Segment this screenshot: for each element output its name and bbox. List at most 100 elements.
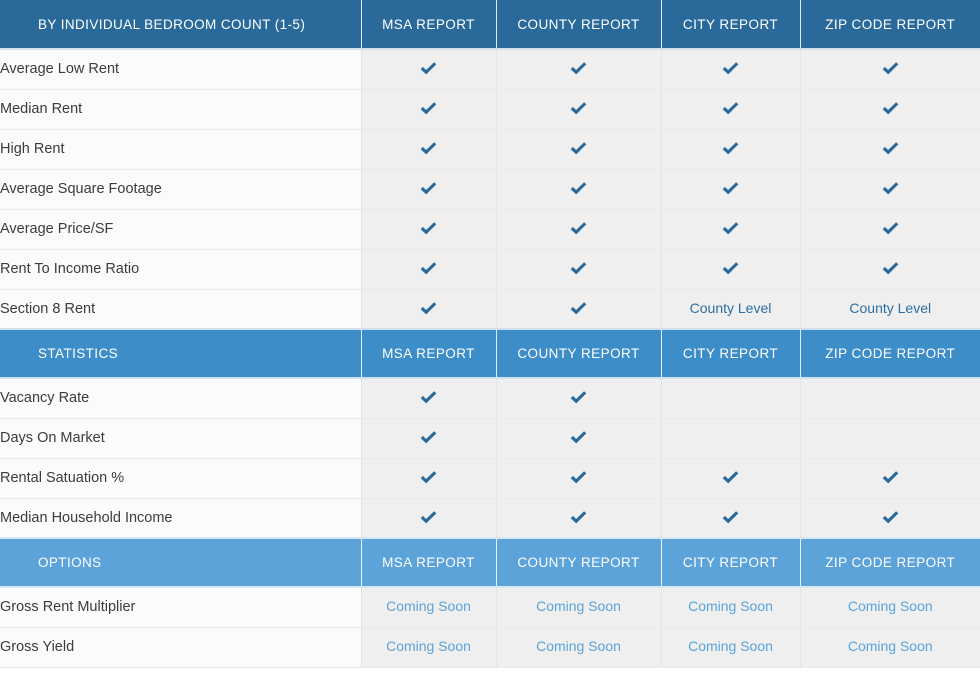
feature-cell (800, 209, 980, 250)
feature-cell: Coming Soon (800, 587, 980, 628)
table-row: Rental Satuation % (0, 458, 980, 499)
feature-cell (800, 378, 980, 419)
feature-label: Average Low Rent (0, 49, 362, 90)
table-row: High Rent (0, 129, 980, 170)
check-icon (570, 261, 587, 277)
feature-cell (800, 249, 980, 290)
check-icon (420, 221, 437, 237)
check-icon (882, 61, 899, 77)
check-icon (420, 61, 437, 77)
column-header-4[interactable]: ZIP CODE REPORT (800, 0, 980, 50)
feature-cell (361, 89, 497, 130)
feature-label: Vacancy Rate (0, 378, 362, 419)
feature-cell (361, 289, 497, 330)
feature-cell (800, 49, 980, 90)
column-header-4[interactable]: ZIP CODE REPORT (800, 328, 980, 379)
check-icon (882, 510, 899, 526)
column-header-3[interactable]: CITY REPORT (661, 0, 801, 50)
feature-label: Average Square Footage (0, 169, 362, 210)
check-icon (882, 181, 899, 197)
column-header-3[interactable]: CITY REPORT (661, 328, 801, 379)
column-header-1[interactable]: MSA REPORT (361, 537, 497, 588)
check-icon (420, 390, 437, 406)
section-title: STATISTICS (0, 328, 362, 379)
feature-cell (496, 498, 662, 539)
table-row: Gross Yield Coming Soon Coming Soon Coming … (0, 627, 980, 668)
check-icon (722, 470, 739, 486)
cell-note: County Level (849, 299, 932, 316)
cell-empty (890, 401, 891, 402)
feature-cell (361, 498, 497, 539)
check-icon (882, 470, 899, 486)
feature-label: Median Rent (0, 89, 362, 130)
table-row: Median Rent (0, 89, 980, 130)
cell-note: Coming Soon (847, 598, 933, 615)
cell-note: Coming Soon (386, 638, 471, 654)
table-row: Average Low Rent (0, 49, 980, 90)
column-header-2[interactable]: COUNTY REPORT (496, 328, 662, 379)
feature-cell (800, 418, 980, 459)
check-icon (570, 181, 587, 197)
column-header-2[interactable]: COUNTY REPORT (496, 0, 662, 50)
check-icon (420, 301, 437, 317)
cell-note: Coming Soon (688, 598, 773, 615)
check-icon (420, 261, 437, 277)
check-icon (570, 390, 587, 406)
column-header-2[interactable]: COUNTY REPORT (496, 537, 662, 588)
cell-note: Coming Soon (688, 638, 773, 654)
feature-cell (361, 129, 497, 170)
feature-cell (496, 89, 662, 130)
column-header-4[interactable]: ZIP CODE REPORT (800, 537, 980, 588)
feature-label: Median Household Income (0, 498, 362, 539)
check-icon (722, 101, 739, 117)
table-row: Days On Market (0, 418, 980, 459)
feature-cell: County Level (800, 289, 980, 330)
check-icon (420, 101, 437, 117)
check-icon (722, 261, 739, 277)
feature-cell (496, 289, 662, 330)
feature-cell (800, 129, 980, 170)
feature-cell (496, 169, 662, 210)
column-header-3[interactable]: CITY REPORT (661, 537, 801, 588)
cell-empty (730, 441, 731, 442)
feature-label: Days On Market (0, 418, 362, 459)
table-body: BY INDIVIDUAL BEDROOM COUNT (1-5) MSA REP… (0, 0, 980, 668)
feature-cell (361, 249, 497, 290)
check-icon (420, 510, 437, 526)
check-icon (882, 141, 899, 157)
feature-cell (361, 209, 497, 250)
check-icon (722, 510, 739, 526)
check-icon (882, 221, 899, 237)
check-icon (420, 470, 437, 486)
feature-cell (661, 209, 801, 250)
feature-cell: County Level (661, 289, 801, 330)
feature-label: Section 8 Rent (0, 289, 362, 330)
feature-label: Rental Satuation % (0, 458, 362, 499)
feature-cell (661, 89, 801, 130)
check-icon (570, 510, 587, 526)
feature-cell (661, 418, 801, 459)
check-icon (722, 141, 739, 157)
column-header-1[interactable]: MSA REPORT (361, 0, 497, 50)
feature-cell (661, 169, 801, 210)
check-icon (420, 181, 437, 197)
cell-note: Coming Soon (847, 638, 933, 654)
table-row: Average Square Footage (0, 169, 980, 210)
feature-label: Gross Yield (0, 627, 362, 668)
feature-label: Rent To Income Ratio (0, 249, 362, 290)
cell-note: Coming Soon (536, 598, 621, 615)
feature-cell (361, 458, 497, 499)
feature-cell: Coming Soon (496, 587, 662, 628)
feature-cell: Coming Soon (361, 627, 497, 668)
feature-cell (661, 498, 801, 539)
check-icon (420, 430, 437, 446)
report-feature-comparison-table: BY INDIVIDUAL BEDROOM COUNT (1-5) MSA REP… (0, 0, 980, 668)
check-icon (570, 470, 587, 486)
check-icon (722, 221, 739, 237)
column-header-1[interactable]: MSA REPORT (361, 328, 497, 379)
feature-cell: Coming Soon (800, 627, 980, 668)
feature-cell (496, 378, 662, 419)
feature-cell (361, 378, 497, 419)
check-icon (882, 101, 899, 117)
check-icon (882, 261, 899, 277)
